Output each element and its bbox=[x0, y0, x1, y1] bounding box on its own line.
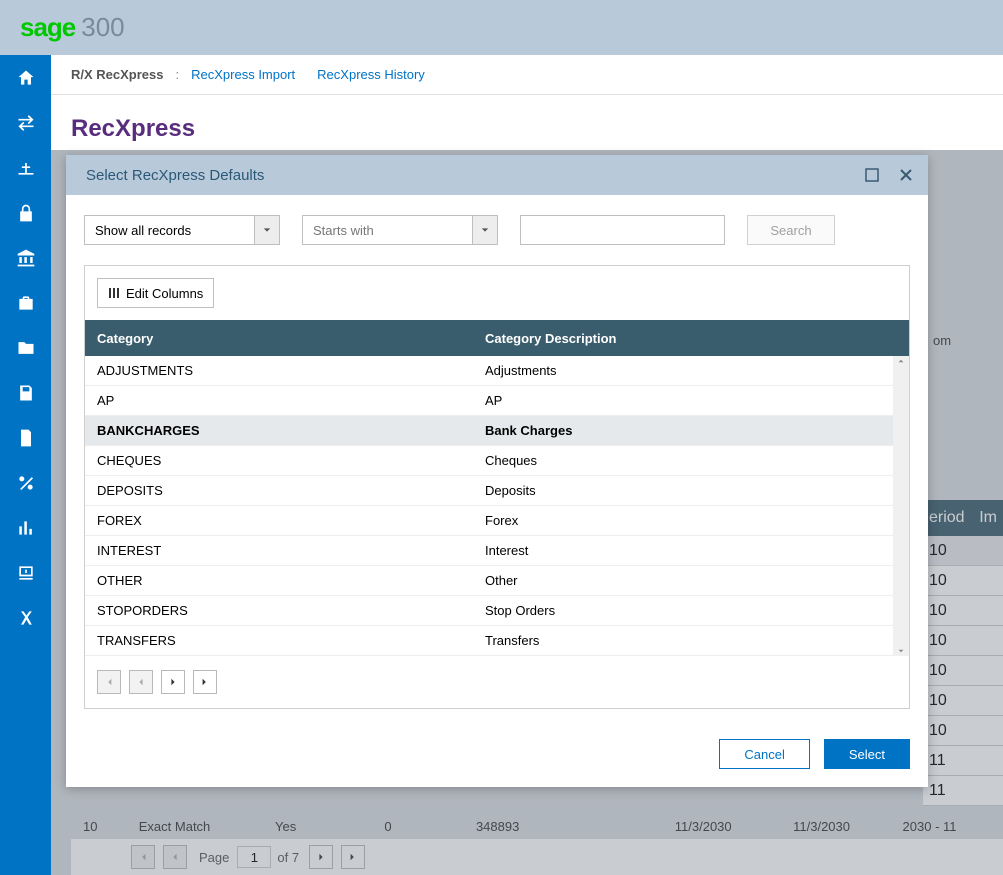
sidebar-folder-icon[interactable] bbox=[0, 325, 51, 370]
sidebar-briefcase-icon[interactable] bbox=[0, 280, 51, 325]
brand-logo-300: 300 bbox=[81, 12, 124, 43]
brand-logo-sage: sage bbox=[20, 12, 75, 43]
cell-category: CHEQUES bbox=[85, 453, 485, 468]
sidebar-document-icon[interactable] bbox=[0, 415, 51, 460]
filter-row: Show all records Starts with Search bbox=[84, 215, 910, 245]
close-icon[interactable] bbox=[898, 167, 914, 183]
breadcrumb-root: R/X RecXpress bbox=[71, 67, 164, 82]
columns-icon bbox=[108, 287, 120, 299]
modal-title: Select RecXpress Defaults bbox=[86, 167, 264, 184]
table-row[interactable]: FOREXForex bbox=[85, 506, 909, 536]
cell-category: TRANSFERS bbox=[85, 633, 485, 648]
left-sidebar bbox=[0, 55, 51, 875]
select-button[interactable]: Select bbox=[824, 739, 910, 769]
breadcrumb: R/X RecXpress : RecXpress Import RecXpre… bbox=[51, 55, 1003, 95]
results-table: Edit Columns Category Category Descripti… bbox=[84, 265, 910, 709]
cell-description: Other bbox=[485, 573, 909, 588]
cell-description: Adjustments bbox=[485, 363, 909, 378]
cell-category: ADJUSTMENTS bbox=[85, 363, 485, 378]
maximize-icon[interactable] bbox=[864, 167, 880, 183]
cancel-button[interactable]: Cancel bbox=[719, 739, 809, 769]
table-row[interactable]: CHEQUESCheques bbox=[85, 446, 909, 476]
col-description[interactable]: Category Description bbox=[485, 331, 909, 346]
cell-category: FOREX bbox=[85, 513, 485, 528]
cell-description: Deposits bbox=[485, 483, 909, 498]
table-row[interactable]: DEPOSITSDeposits bbox=[85, 476, 909, 506]
breadcrumb-link-import[interactable]: RecXpress Import bbox=[191, 67, 295, 82]
pager-next-button[interactable] bbox=[161, 670, 185, 694]
sidebar-home-icon[interactable] bbox=[0, 55, 51, 100]
sidebar-adjust-icon[interactable] bbox=[0, 145, 51, 190]
sidebar-transfer-icon[interactable] bbox=[0, 100, 51, 145]
cell-description: Transfers bbox=[485, 633, 909, 648]
pager-prev-button[interactable] bbox=[129, 670, 153, 694]
grid-body: ADJUSTMENTSAdjustmentsAPAPBANKCHARGESBan… bbox=[85, 356, 909, 656]
search-input[interactable] bbox=[520, 215, 725, 245]
cell-description: Bank Charges bbox=[485, 423, 909, 438]
modal-header: Select RecXpress Defaults bbox=[66, 155, 928, 195]
cell-category: STOPORDERS bbox=[85, 603, 485, 618]
cell-category: BANKCHARGES bbox=[85, 423, 485, 438]
show-all-combo[interactable]: Show all records bbox=[84, 215, 280, 245]
search-button[interactable]: Search bbox=[747, 215, 835, 245]
cell-description: Cheques bbox=[485, 453, 909, 468]
starts-with-combo[interactable]: Starts with bbox=[302, 215, 498, 245]
top-bar: sage 300 bbox=[0, 0, 1003, 55]
table-row[interactable]: APAP bbox=[85, 386, 909, 416]
cell-category: INTEREST bbox=[85, 543, 485, 558]
edit-columns-button[interactable]: Edit Columns bbox=[97, 278, 214, 308]
scroll-down-icon[interactable] bbox=[893, 646, 909, 656]
cell-category: OTHER bbox=[85, 573, 485, 588]
grid-header: Category Category Description bbox=[85, 320, 909, 356]
sidebar-x-icon[interactable] bbox=[0, 595, 51, 640]
col-category[interactable]: Category bbox=[85, 331, 485, 346]
cell-description: Forex bbox=[485, 513, 909, 528]
chevron-down-icon[interactable] bbox=[472, 215, 498, 245]
cell-description: Stop Orders bbox=[485, 603, 909, 618]
modal-footer: Cancel Select bbox=[66, 727, 928, 787]
table-row[interactable]: BANKCHARGESBank Charges bbox=[85, 416, 909, 446]
pager-last-button[interactable] bbox=[193, 670, 217, 694]
starts-with-value: Starts with bbox=[302, 215, 472, 245]
main-area: R/X RecXpress : RecXpress Import RecXpre… bbox=[51, 55, 1003, 875]
grid-pager bbox=[85, 656, 909, 708]
vertical-scrollbar[interactable] bbox=[893, 356, 909, 656]
select-defaults-modal: Select RecXpress Defaults Show all recor… bbox=[66, 155, 928, 787]
cell-description: Interest bbox=[485, 543, 909, 558]
pager-first-button[interactable] bbox=[97, 670, 121, 694]
sidebar-percent-icon[interactable] bbox=[0, 460, 51, 505]
show-all-value: Show all records bbox=[84, 215, 254, 245]
sidebar-lock-icon[interactable] bbox=[0, 190, 51, 235]
table-row[interactable]: INTERESTInterest bbox=[85, 536, 909, 566]
scroll-up-icon[interactable] bbox=[893, 356, 909, 366]
sidebar-chart-icon[interactable] bbox=[0, 505, 51, 550]
table-row[interactable]: TRANSFERSTransfers bbox=[85, 626, 909, 656]
table-row[interactable]: ADJUSTMENTSAdjustments bbox=[85, 356, 909, 386]
cell-category: DEPOSITS bbox=[85, 483, 485, 498]
cell-description: AP bbox=[485, 393, 909, 408]
breadcrumb-sep: : bbox=[176, 67, 180, 82]
sidebar-bank-icon[interactable] bbox=[0, 235, 51, 280]
chevron-down-icon[interactable] bbox=[254, 215, 280, 245]
table-row[interactable]: OTHEROther bbox=[85, 566, 909, 596]
sidebar-currency-icon[interactable] bbox=[0, 550, 51, 595]
breadcrumb-link-history[interactable]: RecXpress History bbox=[317, 67, 425, 82]
cell-category: AP bbox=[85, 393, 485, 408]
sidebar-save-icon[interactable] bbox=[0, 370, 51, 415]
table-row[interactable]: STOPORDERSStop Orders bbox=[85, 596, 909, 626]
